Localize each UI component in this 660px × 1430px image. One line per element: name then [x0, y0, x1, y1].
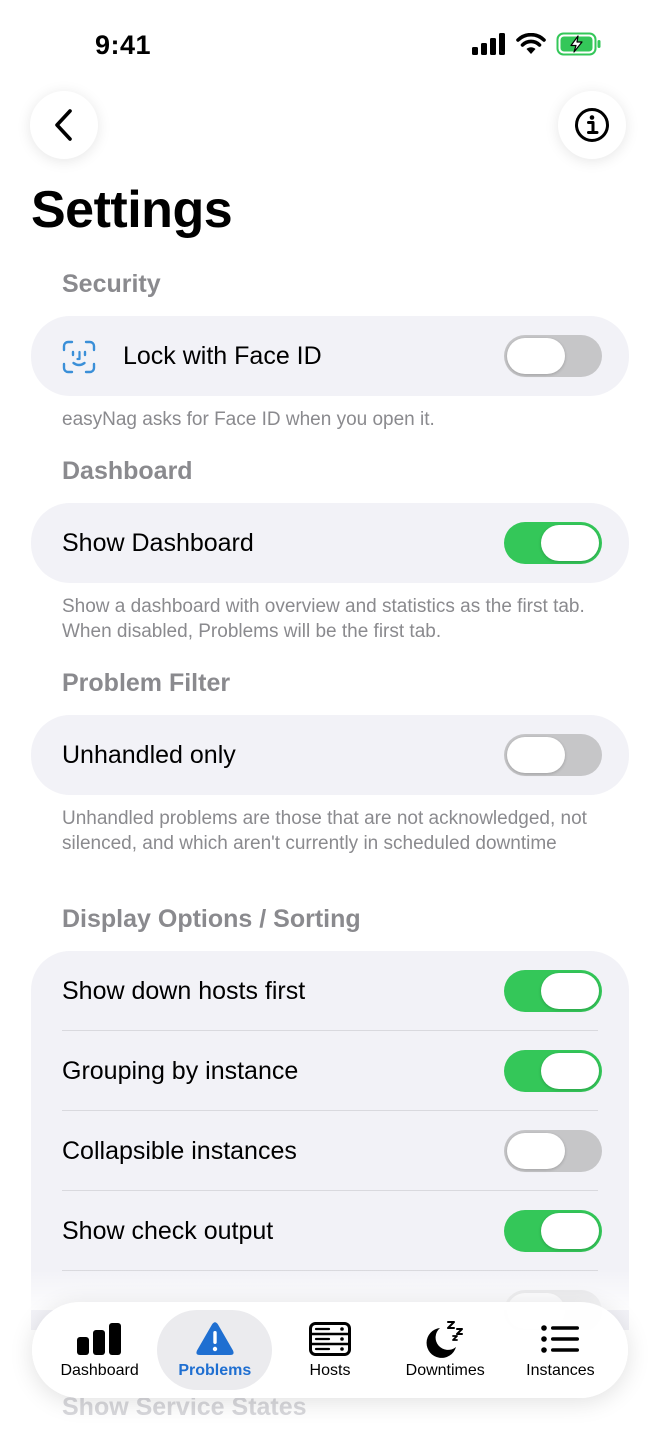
list-icon — [541, 1325, 580, 1353]
label-lock-face-id: Lock with Face ID — [123, 341, 322, 370]
footnote-problem-filter: Unhandled problems are those that are no… — [62, 808, 587, 854]
tab-instances[interactable]: Instances — [503, 1310, 618, 1390]
row-lock-face-id: Lock with Face ID — [31, 316, 629, 396]
cellular-signal-icon — [472, 33, 505, 55]
label-show-check-output: Show check output — [62, 1216, 274, 1245]
toggle-knob — [541, 1213, 599, 1249]
section-header-display-options: Display Options / Sorting — [62, 905, 361, 933]
toggle-show-down-hosts-first[interactable] — [504, 970, 602, 1012]
row-grouping-by-instance: Grouping by instance — [31, 1031, 629, 1111]
section-header-problem-filter: Problem Filter — [62, 669, 231, 697]
footnote-security: easyNag asks for Face ID when you open i… — [62, 409, 435, 430]
label-show-dashboard: Show Dashboard — [62, 528, 254, 557]
status-icons — [472, 32, 602, 56]
tab-label-dashboard: Dashboard — [60, 1362, 139, 1379]
toggle-show-check-output[interactable] — [504, 1210, 602, 1252]
toggle-knob — [507, 737, 565, 773]
toggle-collapsible-instances[interactable] — [504, 1130, 602, 1172]
toggle-grouping-by-instance[interactable] — [504, 1050, 602, 1092]
group-display-options: Show down hosts first Grouping by instan… — [31, 951, 629, 1330]
group-problem-filter: Unhandled only — [31, 715, 629, 795]
battery-charging-icon — [556, 32, 601, 56]
tab-hosts[interactable]: Hosts — [272, 1310, 387, 1390]
section-header-security: Security — [62, 270, 161, 298]
row-show-check-output: Show check output — [31, 1191, 629, 1271]
tab-problems[interactable]: Problems — [157, 1310, 273, 1390]
toggle-knob — [541, 1053, 599, 1089]
label-grouping-by-instance: Grouping by instance — [62, 1056, 299, 1085]
status-time: 9:41 — [95, 30, 152, 60]
info-icon — [575, 108, 609, 142]
info-button[interactable] — [558, 91, 626, 159]
group-dashboard: Show Dashboard — [31, 503, 629, 583]
toggle-unhandled-only[interactable] — [504, 734, 602, 776]
tab-downtimes[interactable]: Downtimes — [388, 1310, 503, 1390]
face-id-icon — [62, 340, 96, 374]
group-security: Lock with Face ID — [31, 316, 629, 396]
row-unhandled-only: Unhandled only — [31, 715, 629, 795]
toggle-show-dashboard[interactable] — [504, 522, 602, 564]
label-collapsible-instances: Collapsible instances — [62, 1136, 297, 1165]
footnote-dashboard: Show a dashboard with overview and stati… — [62, 596, 585, 642]
tab-label-downtimes: Downtimes — [405, 1362, 485, 1379]
toggle-knob — [541, 525, 599, 561]
row-collapsible-instances: Collapsible instances — [31, 1111, 629, 1191]
warning-icon — [196, 1322, 234, 1355]
moon-sleep-icon — [426, 1321, 464, 1358]
server-icon — [309, 1322, 351, 1356]
row-show-dashboard: Show Dashboard — [31, 503, 629, 583]
status-bar: 9:41 — [0, 0, 660, 90]
chevron-left-icon — [55, 109, 72, 141]
wifi-icon — [516, 33, 546, 54]
row-show-down-hosts-first: Show down hosts first — [31, 951, 629, 1031]
toggle-knob — [507, 1133, 565, 1169]
tab-label-instances: Instances — [526, 1362, 595, 1379]
section-header-dashboard: Dashboard — [62, 457, 193, 485]
back-button[interactable] — [30, 91, 98, 159]
tab-dashboard[interactable]: Dashboard — [42, 1310, 157, 1390]
chart-bars-icon — [76, 1323, 121, 1355]
page-title: Settings — [31, 181, 233, 239]
tab-label-problems: Problems — [178, 1362, 252, 1379]
toggle-knob — [507, 338, 565, 374]
tab-label-hosts: Hosts — [309, 1362, 351, 1379]
label-show-down-hosts-first: Show down hosts first — [62, 976, 306, 1005]
toggle-knob — [541, 973, 599, 1009]
tab-bar: Dashboard Problems Hosts Downtimes Insta… — [32, 1302, 628, 1398]
label-unhandled-only: Unhandled only — [62, 740, 236, 769]
toggle-lock-face-id[interactable] — [504, 335, 602, 377]
